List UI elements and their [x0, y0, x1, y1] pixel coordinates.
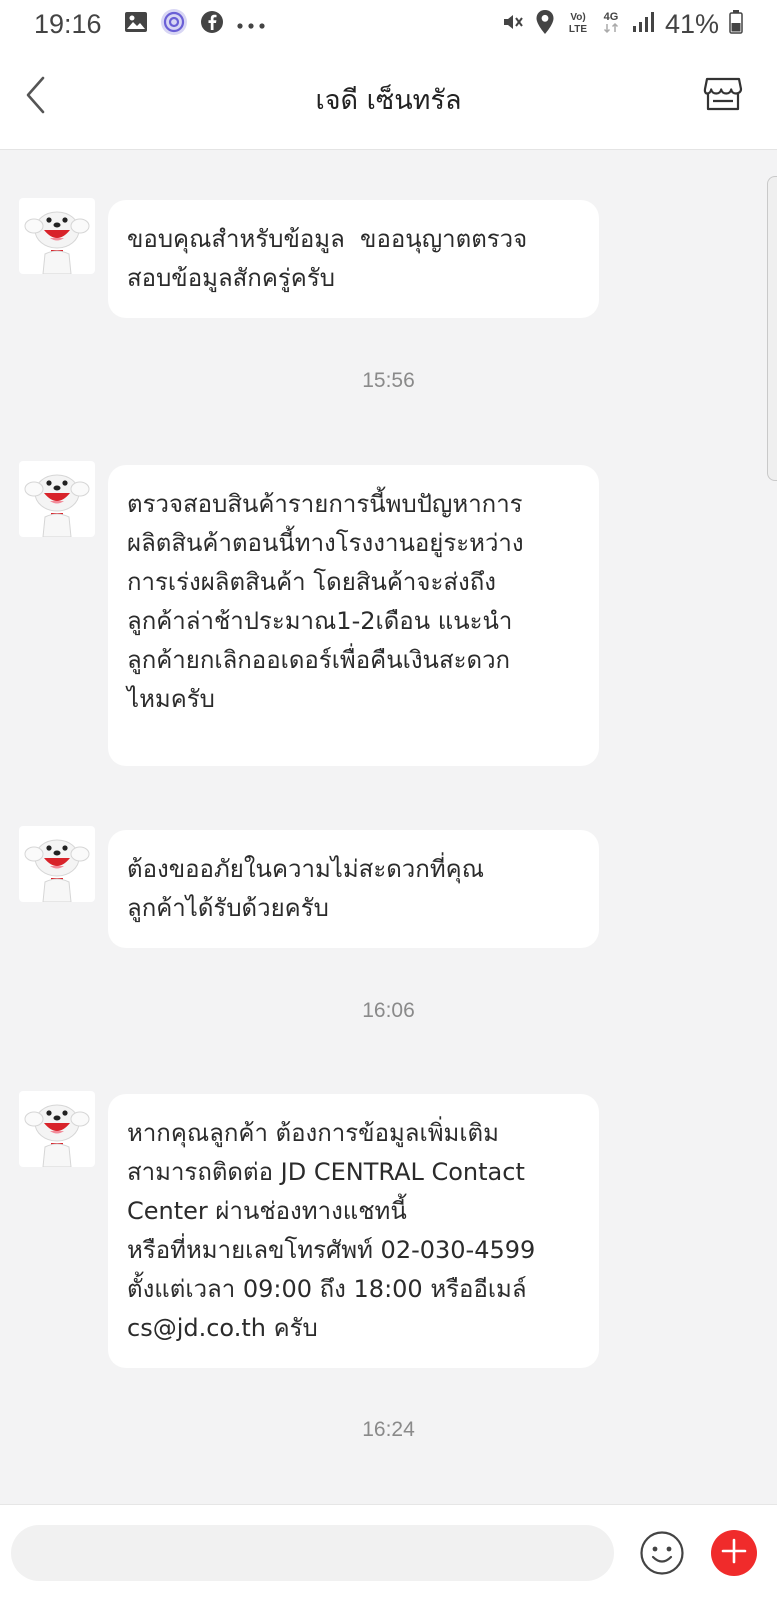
location-icon	[535, 9, 555, 39]
message-bubble: ขอบคุณสำหรับข้อมูล ขออนุญาตตรวจ สอบข้อมู…	[108, 200, 599, 318]
message-input-bar	[0, 1504, 777, 1600]
mute-icon	[501, 10, 525, 38]
svg-text:LTE: LTE	[569, 24, 587, 35]
agent-avatar	[19, 461, 95, 537]
chat-header: เจดี เซ็นทรัล	[0, 48, 777, 150]
store-icon	[703, 75, 743, 117]
store-button[interactable]	[699, 72, 747, 120]
message-timestamp: 15:56	[362, 369, 415, 392]
threads-icon	[160, 8, 188, 40]
battery-icon	[729, 10, 743, 38]
emoji-button[interactable]	[639, 1530, 685, 1576]
message-bubble: ตรวจสอบสินค้ารายการนี้พบปัญหาการ ผลิตสิน…	[108, 465, 599, 766]
agent-avatar	[19, 198, 95, 274]
message-timestamp: 16:06	[362, 999, 415, 1022]
facebook-icon	[200, 10, 224, 38]
message-bubble: ต้องขออภัยในความไม่สะดวกที่คุณ ลูกค้าได้…	[108, 830, 599, 948]
4g-icon: 4G	[601, 9, 621, 39]
volte-icon: Vo) LTE	[565, 9, 591, 39]
agent-avatar	[19, 1091, 95, 1167]
message-input[interactable]	[11, 1525, 614, 1581]
more-icon	[236, 15, 266, 34]
agent-avatar	[19, 826, 95, 902]
status-time: 19:16	[34, 8, 102, 39]
plus-icon	[721, 1538, 747, 1568]
emoji-icon	[639, 1530, 685, 1580]
chat-message-list[interactable]: ขอบคุณสำหรับข้อมูล ขออนุญาตตรวจ สอบข้อมู…	[0, 150, 777, 1504]
signal-icon	[631, 10, 655, 38]
gallery-icon	[124, 11, 148, 37]
message-timestamp: 16:24	[362, 1418, 415, 1441]
page-title: เจดี เซ็นทรัล	[315, 85, 462, 116]
status-notification-icons	[124, 8, 266, 40]
status-system-icons: Vo) LTE 4G 41%	[501, 9, 743, 40]
battery-percent: 41%	[664, 8, 719, 39]
svg-text:Vo): Vo)	[570, 12, 585, 23]
message-bubble: หากคุณลูกค้า ต้องการข้อมูลเพิ่มเติม สามา…	[108, 1094, 599, 1368]
scroll-handle[interactable]	[767, 176, 777, 481]
add-button[interactable]	[711, 1530, 757, 1576]
network-label: 4G	[604, 11, 619, 23]
status-bar: 19:16 Vo) LTE 4G 41%	[0, 0, 777, 48]
